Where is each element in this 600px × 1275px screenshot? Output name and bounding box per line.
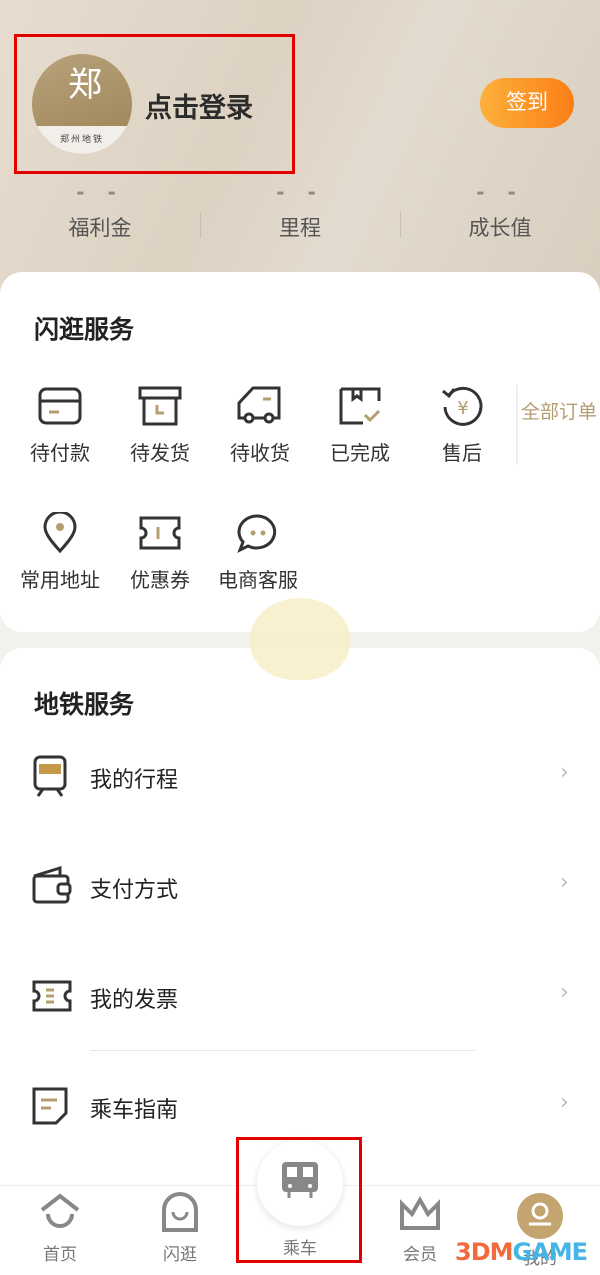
stat-value: - - [276, 180, 324, 204]
nav-label: 首页 [43, 1245, 77, 1265]
order-label: 待付款 [30, 441, 90, 465]
svg-text:¥: ¥ [457, 398, 468, 419]
home-icon [40, 1193, 80, 1228]
train-icon [33, 755, 67, 797]
stat-label: 里程 [279, 216, 321, 240]
stat-welfare[interactable]: - - 福利金 [0, 180, 200, 242]
nav-shop[interactable]: 闪逛 [130, 1192, 230, 1265]
wallet-icon [32, 865, 72, 904]
invoice-icon [32, 980, 72, 1012]
truck-icon [237, 386, 281, 424]
menu-item-invoices[interactable]: 我的发票 › [0, 942, 600, 1052]
section-title: 闪逛服务 [34, 315, 135, 344]
all-orders-button[interactable]: 全部订单 [516, 385, 600, 465]
stat-label: 成长值 [468, 216, 532, 240]
service-label: 常用地址 [20, 568, 100, 592]
divider [90, 1050, 475, 1051]
box-icon [138, 386, 182, 426]
bag-icon [162, 1192, 198, 1232]
crown-icon [400, 1195, 440, 1230]
menu-label: 我的行程 [90, 768, 179, 793]
service-customer-support[interactable]: 电商客服 [208, 512, 308, 593]
service-label: 优惠券 [130, 568, 190, 592]
highlight-box-login [14, 34, 295, 174]
order-label: 售后 [442, 441, 482, 465]
package-check-icon [339, 387, 381, 425]
stat-label: 福利金 [68, 216, 132, 240]
menu-item-payment[interactable]: 支付方式 › [0, 832, 600, 942]
nav-label: 闪逛 [163, 1245, 197, 1265]
order-pending-shipment[interactable]: 待发货 [110, 385, 210, 466]
service-label: 电商客服 [218, 568, 298, 592]
refund-icon: ¥ [442, 386, 483, 426]
section-title: 地铁服务 [34, 690, 135, 719]
chat-icon [237, 514, 277, 554]
service-address[interactable]: 常用地址 [10, 512, 110, 593]
sign-in-button[interactable]: 签到 [480, 78, 574, 128]
order-pending-payment[interactable]: 待付款 [10, 385, 110, 466]
menu-label: 我的发票 [90, 988, 179, 1013]
user-icon [517, 1193, 563, 1239]
chevron-right-icon: › [560, 760, 569, 785]
nav-home[interactable]: 首页 [10, 1192, 110, 1265]
watermark-logo: 3DMGAME [455, 1238, 588, 1266]
highlight-box-ride [236, 1137, 362, 1263]
menu-item-my-trips[interactable]: 我的行程 › [0, 722, 600, 832]
order-after-sales[interactable]: ¥ 售后 [412, 385, 512, 466]
coupon-icon [139, 516, 181, 550]
chevron-right-icon: › [560, 1090, 569, 1115]
guide-icon [32, 1087, 68, 1125]
order-completed[interactable]: 已完成 [310, 385, 410, 466]
order-pending-receipt[interactable]: 待收货 [210, 385, 310, 466]
menu-label: 乘车指南 [90, 1098, 179, 1123]
order-label: 待发货 [130, 441, 190, 465]
stat-mileage[interactable]: - - 里程 [200, 180, 400, 242]
stat-value: - - [76, 180, 124, 204]
card-icon [38, 387, 82, 425]
stat-growth[interactable]: - - 成长值 [400, 180, 600, 242]
stat-value: - - [476, 180, 524, 204]
order-label: 待收货 [230, 441, 290, 465]
chevron-right-icon: › [560, 870, 569, 895]
service-coupon[interactable]: 优惠券 [110, 512, 210, 593]
menu-label: 支付方式 [90, 878, 179, 903]
location-icon [43, 512, 77, 554]
order-label: 已完成 [330, 441, 390, 465]
mascot-sticker [250, 598, 350, 680]
chevron-right-icon: › [560, 980, 569, 1005]
